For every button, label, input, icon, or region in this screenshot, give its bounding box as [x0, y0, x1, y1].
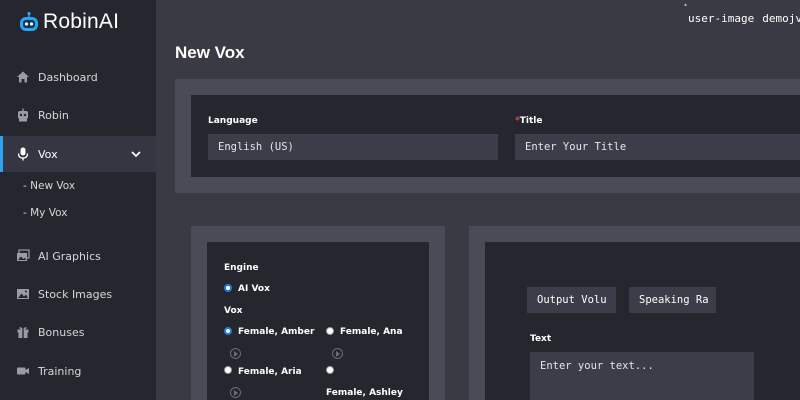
voice-label-ana: Female, Ana: [340, 327, 403, 337]
sidebar-item-label: Training: [38, 364, 82, 378]
sidebar-item-robin[interactable]: Robin: [0, 97, 156, 133]
brand-name: RobinAI: [43, 10, 120, 33]
play-icon[interactable]: [230, 348, 241, 359]
title-label: *Title: [515, 116, 543, 126]
voice-label-amber: Female, Amber: [238, 327, 315, 337]
user-menu[interactable]: user-image demojvac: [688, 12, 800, 25]
voice-radio-ana[interactable]: [326, 327, 334, 335]
voice-label-ashley: Female, Ashley: [326, 388, 403, 398]
brand-logo[interactable]: RobinAI: [18, 5, 119, 39]
broken-image-icon: ▴: [684, 1, 688, 8]
text-label: Text: [530, 334, 552, 344]
robot-icon: [18, 108, 28, 122]
engine-radio-ai-vox[interactable]: [224, 284, 232, 292]
page-title: New Vox: [175, 43, 245, 62]
sidebar-item-label: Stock Images: [38, 287, 113, 301]
gift-icon: [17, 327, 29, 338]
voice-label-aria: Female, Aria: [238, 367, 302, 377]
engine-label: Engine: [224, 263, 259, 273]
language-label: Language: [208, 116, 258, 126]
home-icon: [17, 71, 29, 83]
microphone-icon: [17, 147, 29, 161]
video-icon: [17, 367, 29, 375]
sidebar-item-label: Robin: [38, 108, 69, 122]
chevron-down-icon[interactable]: [130, 148, 142, 160]
play-icon[interactable]: [230, 387, 241, 398]
sidebar-item-vox[interactable]: Vox: [0, 136, 156, 172]
play-icon[interactable]: [332, 348, 343, 359]
sidebar-item-ai-graphics[interactable]: AI Graphics: [0, 238, 156, 274]
vox-label: Vox: [224, 306, 243, 316]
sidebar: RobinAI Dashboard Robin Vox - New Vox - …: [0, 0, 156, 400]
engine-option-label: AI Vox: [238, 284, 270, 294]
sidebar-item-training[interactable]: Training: [0, 353, 156, 389]
sidebar-item-stock-images[interactable]: Stock Images: [0, 276, 156, 312]
sidebar-item-label: AI Graphics: [38, 249, 101, 263]
language-select[interactable]: English (US): [208, 134, 498, 160]
text-input[interactable]: Enter your text...: [530, 352, 754, 400]
output-volume-button[interactable]: Output Volu: [527, 287, 616, 313]
sidebar-subitem-new-vox[interactable]: - New Vox: [23, 180, 75, 192]
avatar: user-image: [688, 12, 755, 25]
title-input[interactable]: Enter Your Title: [515, 134, 800, 160]
robot-logo-icon: [20, 11, 38, 31]
sidebar-subitem-my-vox[interactable]: - My Vox: [23, 207, 67, 219]
sidebar-item-label: Bonuses: [38, 325, 85, 339]
voice-radio-amber[interactable]: [224, 327, 232, 335]
username: demojvac: [762, 12, 800, 25]
speaking-rate-button[interactable]: Speaking Ra: [629, 287, 716, 313]
image-icon: [17, 289, 29, 299]
sidebar-item-dashboard[interactable]: Dashboard: [0, 59, 156, 95]
sidebar-item-bonuses[interactable]: Bonuses: [0, 314, 156, 350]
images-icon: [17, 249, 30, 261]
sidebar-item-label: Vox: [38, 147, 58, 161]
voice-radio-ashley[interactable]: [326, 366, 334, 374]
voice-radio-aria[interactable]: [224, 366, 232, 374]
sidebar-item-label: Dashboard: [38, 70, 98, 84]
